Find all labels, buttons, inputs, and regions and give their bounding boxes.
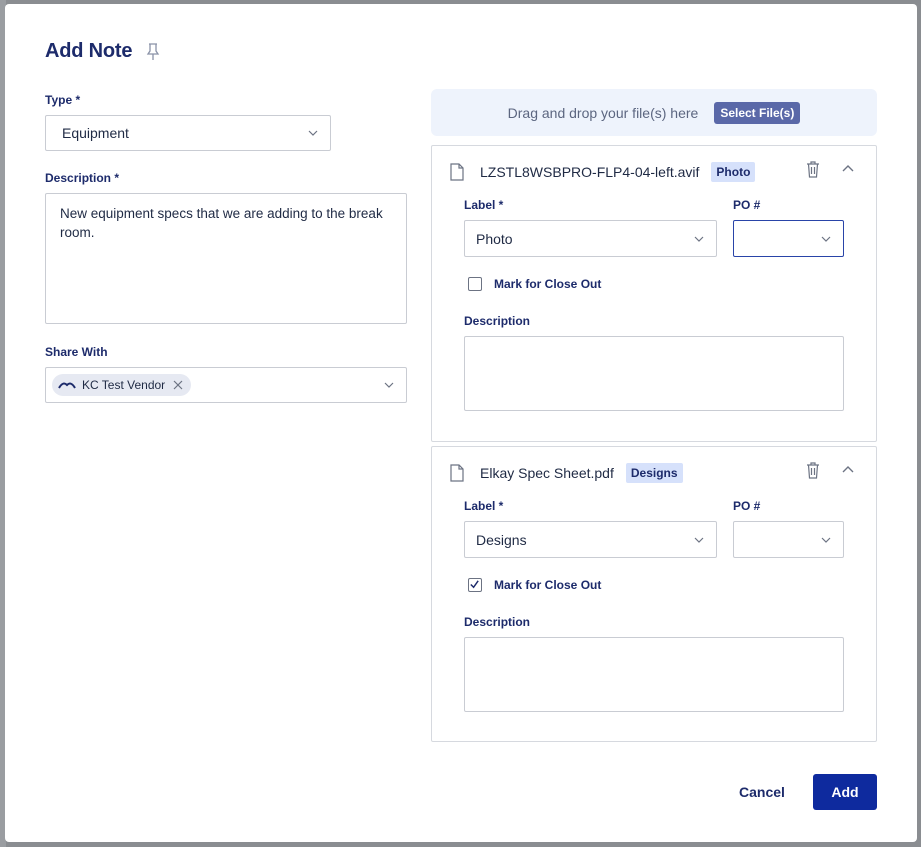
trash-icon[interactable]	[806, 161, 820, 178]
file-header: LZSTL8WSBPRO-FLP4-04-left.avif Photo	[450, 162, 756, 182]
file-description-label: Description	[464, 314, 531, 328]
file-description-textarea[interactable]	[464, 336, 844, 411]
select-files-button[interactable]: Select File(s)	[714, 101, 801, 124]
dialog-title: Add Note	[45, 40, 133, 62]
chevron-down-icon	[821, 537, 831, 543]
file-label-value: Designs	[476, 531, 527, 548]
chevron-up-icon[interactable]	[842, 465, 854, 473]
cancel-button[interactable]: Cancel	[739, 784, 785, 800]
close-out-label[interactable]: Mark for Close Out	[494, 578, 601, 592]
chevron-down-icon	[308, 130, 318, 136]
file-header: Elkay Spec Sheet.pdf Designs	[450, 463, 683, 483]
file-name: LZSTL8WSBPRO-FLP4-04-left.avif	[480, 164, 700, 180]
share-with-label: Share With	[45, 345, 108, 359]
file-label-select[interactable]: Designs	[464, 521, 717, 558]
file-tag: Photo	[711, 162, 756, 182]
add-note-dialog: Add Note Type * Equipment Description * …	[5, 4, 917, 842]
trash-icon[interactable]	[806, 462, 820, 479]
type-select-value: Equipment	[62, 125, 129, 141]
file-description-textarea[interactable]	[464, 637, 844, 712]
file-description-label: Description	[464, 615, 531, 629]
vendor-logo-icon	[58, 382, 76, 389]
close-out-checkbox[interactable]	[468, 578, 482, 592]
dialog-header: Add Note	[45, 40, 160, 63]
file-name: Elkay Spec Sheet.pdf	[480, 465, 614, 481]
add-button[interactable]: Add	[813, 774, 877, 810]
pin-icon[interactable]	[146, 42, 160, 61]
check-icon	[470, 580, 479, 589]
file-label-select[interactable]: Photo	[464, 220, 717, 257]
description-textarea[interactable]: New equipment specs that we are adding t…	[45, 193, 407, 324]
type-label: Type *	[45, 93, 81, 107]
chevron-up-icon[interactable]	[842, 164, 854, 172]
vendor-chip: KC Test Vendor	[52, 374, 192, 396]
chevron-down-icon	[821, 236, 831, 242]
chevron-down-icon	[694, 236, 704, 242]
close-icon[interactable]	[173, 380, 183, 390]
close-out-checkbox[interactable]	[468, 277, 482, 291]
po-select[interactable]	[733, 521, 844, 558]
file-card: Elkay Spec Sheet.pdf Designs Label * Des…	[431, 446, 877, 742]
file-dropzone[interactable]: Drag and drop your file(s) here Select F…	[431, 89, 877, 136]
po-label: PO #	[733, 499, 761, 513]
file-card: LZSTL8WSBPRO-FLP4-04-left.avif Photo Lab…	[431, 145, 877, 442]
dropzone-text: Drag and drop your file(s) here	[507, 104, 699, 121]
file-label-value: Photo	[476, 230, 513, 247]
file-label-label: Label *	[464, 198, 504, 212]
vendor-chip-label: KC Test Vendor	[82, 378, 166, 392]
close-out-label[interactable]: Mark for Close Out	[494, 277, 601, 291]
description-label: Description *	[45, 171, 120, 185]
po-label: PO #	[733, 198, 761, 212]
po-select[interactable]	[733, 220, 844, 257]
chevron-down-icon[interactable]	[384, 380, 394, 390]
share-with-select[interactable]: KC Test Vendor	[45, 367, 407, 403]
file-label-label: Label *	[464, 499, 504, 513]
file-icon	[450, 464, 464, 482]
type-select[interactable]: Equipment	[45, 115, 331, 151]
file-tag: Designs	[625, 463, 683, 483]
file-icon	[450, 163, 464, 181]
chevron-down-icon	[694, 537, 704, 543]
